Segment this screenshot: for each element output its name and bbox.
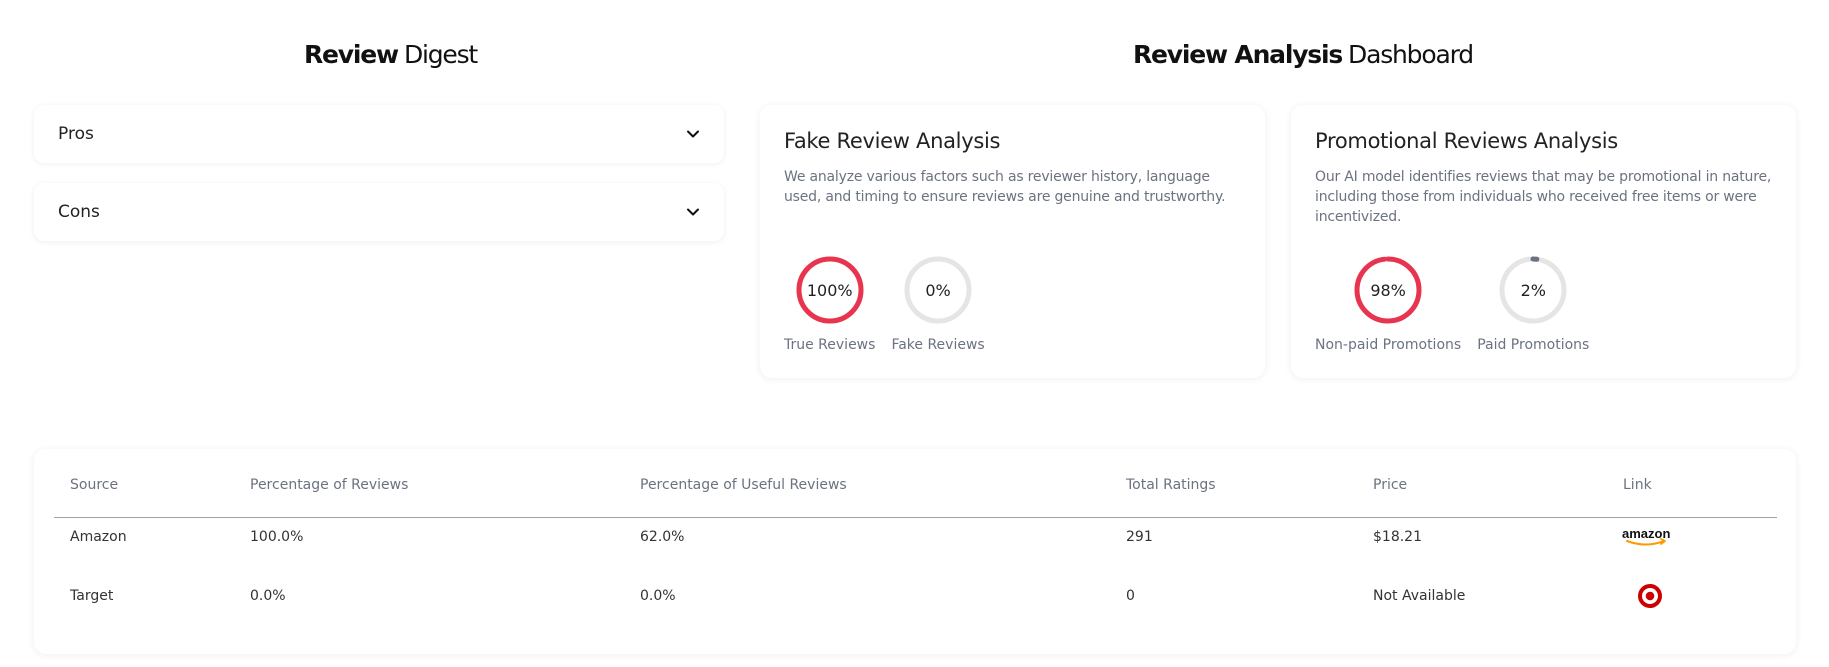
pros-accordion[interactable]: Pros — [34, 105, 724, 163]
amazon-logo-icon[interactable]: amazon — [1622, 526, 1676, 552]
review-analysis-dashboard-title: Review Analysis Dashboard — [1133, 40, 1474, 69]
true-reviews-stat: 100% True Reviews — [784, 255, 875, 353]
cell-percentage-of-reviews: 0.0% — [250, 588, 286, 604]
promotional-reviews-analysis-card: Promotional Reviews Analysis Our AI mode… — [1291, 105, 1796, 378]
cell-percentage-of-useful-reviews: 0.0% — [640, 588, 676, 604]
cell-percentage-of-reviews: 100.0% — [250, 529, 304, 545]
dashboard-title-bold: Review Analysis — [1133, 40, 1343, 69]
true-reviews-label: True Reviews — [784, 337, 876, 353]
fake-review-rings: 100% True Reviews 0% Fake Reviews — [784, 255, 985, 353]
non-paid-promotions-stat: 98% Non-paid Promotions — [1315, 255, 1461, 353]
paid-promotions-label: Paid Promotions — [1477, 337, 1590, 353]
cell-total-ratings: 291 — [1126, 529, 1153, 545]
header-link: Link — [1623, 477, 1652, 493]
cell-percentage-of-useful-reviews: 62.0% — [640, 529, 685, 545]
cell-total-ratings: 0 — [1126, 588, 1135, 604]
non-paid-promotions-label: Non-paid Promotions — [1315, 337, 1462, 353]
true-reviews-value: 100% — [806, 280, 853, 300]
dashboard-title-light: Dashboard — [1348, 40, 1474, 69]
fake-review-analysis-title: Fake Review Analysis — [784, 129, 1001, 153]
review-digest-title-bold: Review — [304, 40, 399, 69]
header-total-ratings: Total Ratings — [1126, 477, 1216, 493]
fake-reviews-label: Fake Reviews — [891, 337, 985, 353]
table-row: Amazon 100.0% 62.0% 291 $18.21 amazon — [54, 526, 1777, 587]
table-row: Target 0.0% 0.0% 0 Not Available — [54, 584, 1777, 646]
cell-price: $18.21 — [1373, 529, 1422, 545]
header-source: Source — [70, 477, 119, 493]
header-percentage-of-reviews: Percentage of Reviews — [250, 477, 409, 493]
promotional-review-rings: 98% Non-paid Promotions 2% Paid Promotio… — [1315, 255, 1589, 353]
cell-price: Not Available — [1373, 588, 1466, 604]
pros-label: Pros — [58, 124, 94, 144]
sources-table: Source Percentage of Reviews Percentage … — [34, 449, 1796, 654]
table-header: Source Percentage of Reviews Percentage … — [54, 477, 1777, 518]
paid-promotions-stat: 2% Paid Promotions — [1477, 255, 1589, 353]
promotional-reviews-analysis-title: Promotional Reviews Analysis — [1315, 129, 1618, 153]
review-digest-title-light: Digest — [403, 40, 478, 69]
header-percentage-of-useful-reviews: Percentage of Useful Reviews — [640, 477, 847, 493]
paid-promotions-value: 2% — [1520, 280, 1546, 300]
fake-reviews-stat: 0% Fake Reviews — [891, 255, 985, 353]
fake-review-analysis-card: Fake Review Analysis We analyze various … — [760, 105, 1265, 378]
non-paid-promotions-value: 98% — [1370, 280, 1406, 300]
cons-label: Cons — [58, 202, 100, 222]
review-digest-title: Review Digest — [304, 40, 478, 69]
target-logo-icon[interactable] — [1637, 583, 1663, 613]
promotional-reviews-analysis-description: Our AI model identifies reviews that may… — [1315, 169, 1772, 225]
chevron-down-icon — [687, 130, 699, 138]
cons-accordion[interactable]: Cons — [34, 183, 724, 241]
chevron-down-icon — [687, 208, 699, 216]
cell-source: Amazon — [70, 529, 127, 545]
amazon-logo-text: amazon — [1622, 526, 1670, 541]
fake-review-analysis-description: We analyze various factors such as revie… — [784, 169, 1226, 205]
header-price: Price — [1373, 477, 1408, 493]
fake-reviews-value: 0% — [925, 280, 951, 300]
cell-source: Target — [70, 588, 114, 604]
